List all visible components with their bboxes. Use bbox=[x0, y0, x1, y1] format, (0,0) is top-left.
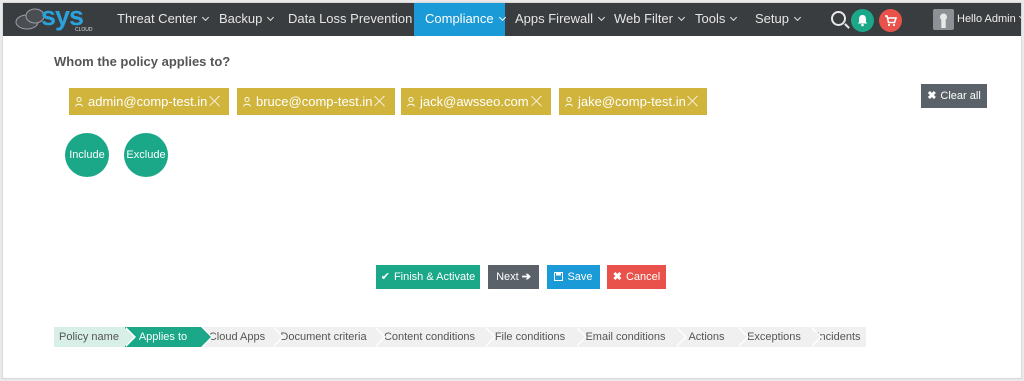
nav-setup[interactable]: Setup bbox=[755, 3, 802, 36]
remove-chip-icon[interactable] bbox=[374, 95, 386, 107]
user-icon bbox=[75, 97, 83, 107]
recipient-email: jake@comp-test.in bbox=[578, 94, 686, 109]
recipient-chip: admin@comp-test.in bbox=[69, 88, 229, 115]
sys-cloud-logo[interactable]: sys CLOUD bbox=[13, 3, 93, 35]
nav-data-loss-prevention[interactable]: Data Loss Prevention bbox=[288, 3, 425, 36]
user-avatar[interactable] bbox=[933, 9, 954, 30]
save-button[interactable]: Save bbox=[547, 265, 600, 289]
remove-chip-icon[interactable] bbox=[531, 95, 543, 107]
chevron-down-icon bbox=[1018, 12, 1021, 21]
nav-tools[interactable]: Tools bbox=[695, 3, 738, 36]
step-policy-name[interactable]: Policy name bbox=[54, 327, 136, 347]
nav-web-filter[interactable]: Web Filter bbox=[614, 3, 686, 36]
chevron-down-icon bbox=[498, 13, 506, 22]
logo-subtext: CLOUD bbox=[75, 27, 93, 33]
user-icon bbox=[407, 97, 415, 107]
nav-backup[interactable]: Backup bbox=[219, 3, 275, 36]
cancel-label: Cancel bbox=[625, 271, 661, 283]
nav-threat-center[interactable]: Threat Center bbox=[117, 3, 210, 36]
step-label: Exceptions bbox=[747, 331, 801, 343]
recipient-chip: bruce@comp-test.in bbox=[237, 88, 395, 115]
recipient-chip: jake@comp-test.in bbox=[559, 88, 707, 115]
exclude-button[interactable]: Exclude bbox=[124, 133, 168, 177]
cart-icon[interactable] bbox=[879, 9, 902, 32]
step-label: File conditions bbox=[494, 331, 566, 343]
app-window: sys CLOUD Threat Center Backup Data Loss… bbox=[2, 2, 1022, 379]
chevron-down-icon bbox=[267, 13, 275, 22]
recipient-email: admin@comp-test.in bbox=[88, 94, 208, 109]
step-label: Email conditions bbox=[585, 331, 666, 343]
user-icon bbox=[243, 97, 251, 107]
nav-label: Web Filter bbox=[614, 11, 673, 26]
recipient-email: jack@awsseo.com bbox=[420, 94, 529, 109]
nav-label: Apps Firewall bbox=[515, 11, 594, 26]
cancel-button[interactable]: ✖ Cancel bbox=[607, 265, 666, 289]
nav-label: Setup bbox=[755, 11, 789, 26]
step-label: Applies to bbox=[138, 331, 188, 343]
section-heading: Whom the policy applies to? bbox=[54, 54, 231, 69]
step-label: Document criteria bbox=[280, 331, 367, 343]
save-label: Save bbox=[567, 271, 593, 283]
chevron-down-icon bbox=[597, 13, 606, 22]
step-label: Actions bbox=[688, 331, 725, 343]
nav-label: Tools bbox=[695, 11, 726, 26]
floppy-disk-icon bbox=[554, 272, 564, 281]
notifications-bell-icon[interactable] bbox=[851, 9, 874, 32]
nav-label: Compliance bbox=[425, 11, 494, 26]
nav-apps-firewall[interactable]: Apps Firewall bbox=[515, 3, 606, 36]
step-label: Incidents bbox=[816, 331, 861, 343]
user-menu[interactable]: Hello Admin bbox=[957, 3, 1021, 35]
remove-chip-icon[interactable] bbox=[687, 95, 699, 107]
step-email-conditions[interactable]: Email conditions bbox=[576, 327, 687, 347]
step-document-criteria[interactable]: Document criteria bbox=[273, 327, 386, 347]
clear-all-label: Clear all bbox=[940, 90, 981, 102]
nav-label: Threat Center bbox=[117, 11, 198, 26]
step-label: Policy name bbox=[59, 331, 119, 343]
check-icon: ✔ bbox=[380, 271, 390, 283]
step-content-conditions[interactable]: Content conditions bbox=[375, 327, 496, 347]
greeting-text: Hello Admin bbox=[957, 13, 1016, 25]
chevron-down-icon bbox=[793, 13, 802, 22]
nav-compliance[interactable]: Compliance bbox=[414, 3, 506, 36]
step-file-conditions[interactable]: File conditions bbox=[485, 327, 587, 347]
clear-all-button[interactable]: ✖ Clear all bbox=[921, 84, 987, 108]
chevron-down-icon bbox=[202, 13, 210, 22]
nav-label: Data Loss Prevention bbox=[288, 11, 413, 26]
recipient-email: bruce@comp-test.in bbox=[256, 94, 373, 109]
user-icon bbox=[565, 97, 573, 107]
step-label: Content conditions bbox=[383, 331, 476, 343]
next-label: Next bbox=[496, 271, 519, 283]
next-button[interactable]: Next ➔ bbox=[488, 265, 539, 289]
include-button[interactable]: Include bbox=[65, 133, 109, 177]
search-icon[interactable] bbox=[831, 11, 846, 26]
close-icon: ✖ bbox=[927, 90, 937, 102]
finish-activate-button[interactable]: ✔ Finish & Activate bbox=[376, 265, 480, 289]
step-label: Cloud Apps bbox=[208, 331, 266, 343]
remove-chip-icon[interactable] bbox=[209, 95, 221, 107]
chevron-down-icon bbox=[730, 13, 738, 22]
step-applies-to[interactable]: Applies to bbox=[125, 327, 213, 347]
chevron-down-icon bbox=[677, 13, 686, 22]
nav-label: Backup bbox=[219, 11, 263, 26]
finish-label: Finish & Activate bbox=[393, 271, 476, 283]
close-icon: ✖ bbox=[612, 271, 622, 283]
recipient-chip: jack@awsseo.com bbox=[401, 88, 551, 115]
arrow-right-icon: ➔ bbox=[521, 271, 531, 283]
top-nav: sys CLOUD Threat Center Backup Data Loss… bbox=[3, 3, 1021, 36]
